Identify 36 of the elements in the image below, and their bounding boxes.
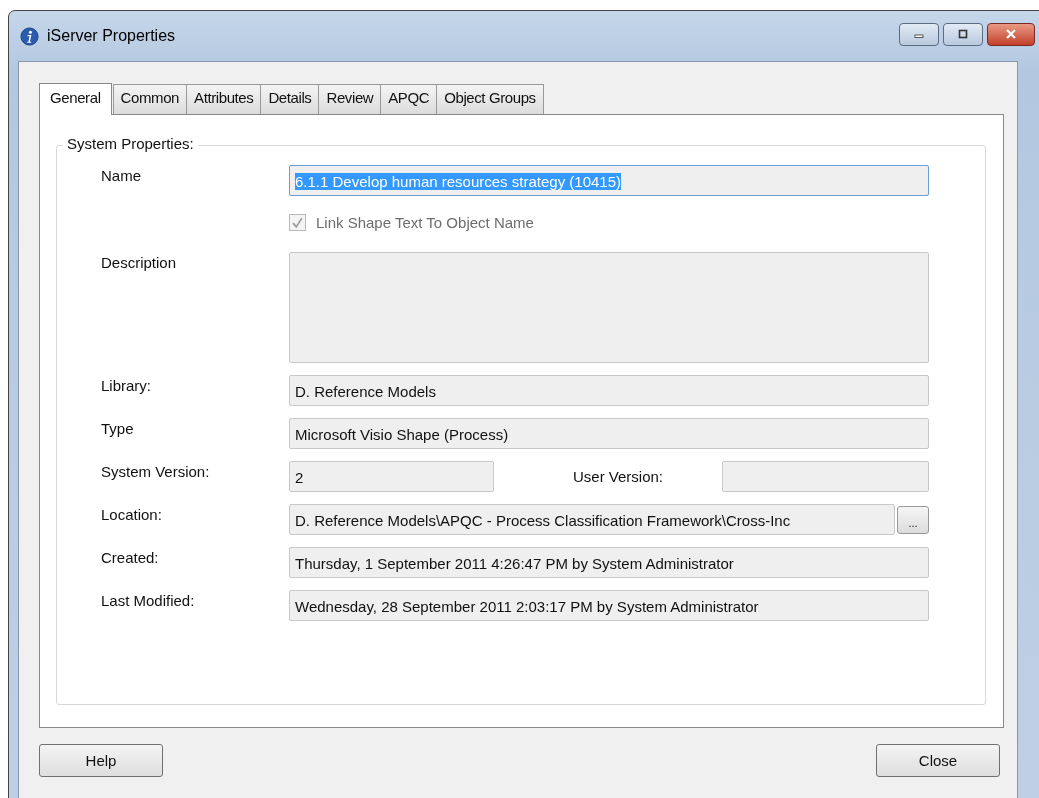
field-label: Type (101, 419, 135, 437)
text-field[interactable] (722, 461, 929, 492)
dialog-button[interactable]: Close (876, 744, 1000, 777)
close-icon (1004, 29, 1018, 39)
field-label: User Version: (571, 467, 664, 485)
checkbox-label: Link Shape Text To Object Name (316, 214, 534, 231)
info-icon (20, 26, 39, 46)
field-label: Library: (101, 376, 153, 394)
maximize-button[interactable] (943, 22, 983, 46)
window-title: iServer Properties (47, 27, 176, 45)
field-label: Last Modified: (101, 591, 196, 609)
text-field[interactable]: D. Reference Models (289, 375, 929, 406)
maximize-icon (956, 29, 970, 39)
text-field[interactable]: 2 (289, 461, 494, 492)
tab[interactable]: Review (318, 84, 382, 114)
text-field[interactable]: Microsoft Visio Shape (Process) (289, 418, 929, 449)
field-label: Location: (101, 505, 163, 523)
text-field[interactable]: Thursday, 1 September 2011 4:26:47 PM by System Administrator (289, 547, 929, 578)
tab[interactable]: Object Groups (436, 84, 544, 114)
tab[interactable]: General (39, 83, 112, 115)
field-label: System Version: (101, 462, 211, 480)
tab[interactable]: APQC (380, 84, 438, 114)
dialog-button[interactable]: Help (39, 744, 163, 777)
field-label: Name (101, 166, 142, 184)
text-field[interactable]: Wednesday, 28 September 2011 2:03:17 PM by System Administrator (289, 590, 929, 621)
tab[interactable]: Attributes (186, 84, 262, 114)
browse-button[interactable]: ... (897, 506, 929, 534)
group-title: System Properties: (63, 135, 198, 152)
minimize-button[interactable] (899, 22, 939, 46)
field-label: Description (101, 253, 178, 271)
field-label: Created: (101, 548, 160, 566)
close-button[interactable] (987, 22, 1035, 46)
text-field[interactable]: D. Reference Models\APQC - Process Classification Framework\Cross-Inc (289, 504, 895, 535)
tab[interactable]: Common (112, 84, 188, 114)
tab[interactable]: Details (260, 84, 320, 114)
description-field[interactable] (289, 252, 929, 363)
